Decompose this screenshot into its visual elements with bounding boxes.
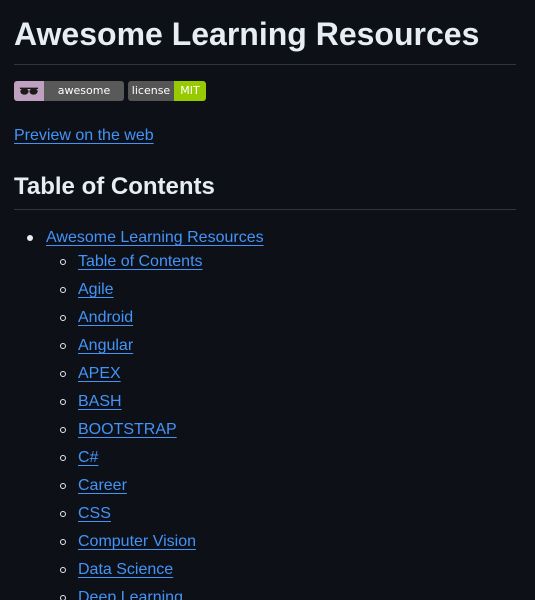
preview-on-web-link[interactable]: Preview on the web (14, 126, 154, 146)
page-title: Awesome Learning Resources (14, 16, 480, 52)
badge-row: awesome license MIT (14, 81, 206, 101)
toc-link[interactable]: CSS (78, 505, 111, 523)
awesome-badge[interactable]: awesome (14, 81, 124, 101)
toc-link[interactable]: Angular (78, 337, 133, 355)
circle-bullet (60, 511, 66, 517)
toc-heading: Table of Contents (14, 173, 215, 200)
toc-link[interactable]: Data Science (78, 561, 173, 579)
toc-sub-item: BOOTSTRAP (78, 418, 177, 442)
toc-sub-item: Computer Vision (78, 530, 196, 554)
toc-link[interactable]: Android (78, 309, 133, 327)
circle-bullet (60, 567, 66, 573)
circle-bullet (60, 427, 66, 433)
toc-item-top: Awesome Learning Resources (46, 226, 264, 250)
circle-bullet (60, 483, 66, 489)
toc-sub-item: Data Science (78, 558, 173, 582)
toc-link[interactable]: BASH (78, 393, 122, 411)
toc-sub-item: BASH (78, 390, 122, 414)
awesome-badge-label: awesome (44, 81, 124, 101)
toc-link[interactable]: APEX (78, 365, 121, 383)
toc-link[interactable]: Deep Learning (78, 589, 183, 600)
toc-link[interactable]: Career (78, 477, 127, 495)
license-badge-label: license (128, 81, 174, 101)
readme-page: Awesome Learning Resources awesome licen… (0, 0, 535, 600)
sunglasses-icon (14, 81, 44, 101)
toc-link[interactable]: Agile (78, 281, 114, 299)
circle-bullet (60, 399, 66, 405)
circle-bullet (60, 287, 66, 293)
circle-bullet (60, 343, 66, 349)
toc-sub-item: APEX (78, 362, 121, 386)
circle-bullet (60, 259, 66, 265)
toc-sub-item: CSS (78, 502, 111, 526)
license-badge[interactable]: license MIT (128, 81, 206, 101)
circle-bullet (60, 371, 66, 377)
toc-link-awesome-learning-resources[interactable]: Awesome Learning Resources (46, 229, 264, 247)
toc-sub-item: C# (78, 446, 98, 470)
toc-divider (14, 209, 516, 210)
title-divider (14, 64, 516, 65)
toc-sub-item: Career (78, 474, 127, 498)
toc-link[interactable]: C# (78, 449, 98, 467)
toc-link[interactable]: Table of Contents (78, 253, 203, 271)
toc-sub-item: Table of Contents (78, 250, 203, 274)
toc-sub-item: Angular (78, 334, 133, 358)
license-badge-value: MIT (174, 81, 206, 101)
circle-bullet (60, 455, 66, 461)
disc-bullet (27, 235, 33, 241)
toc-sub-item: Agile (78, 278, 114, 302)
toc-link[interactable]: Computer Vision (78, 533, 196, 551)
circle-bullet (60, 315, 66, 321)
toc-sub-item: Deep Learning (78, 586, 183, 600)
toc-sub-item: Android (78, 306, 133, 330)
toc-link[interactable]: BOOTSTRAP (78, 421, 177, 439)
circle-bullet (60, 539, 66, 545)
circle-bullet (60, 595, 66, 600)
